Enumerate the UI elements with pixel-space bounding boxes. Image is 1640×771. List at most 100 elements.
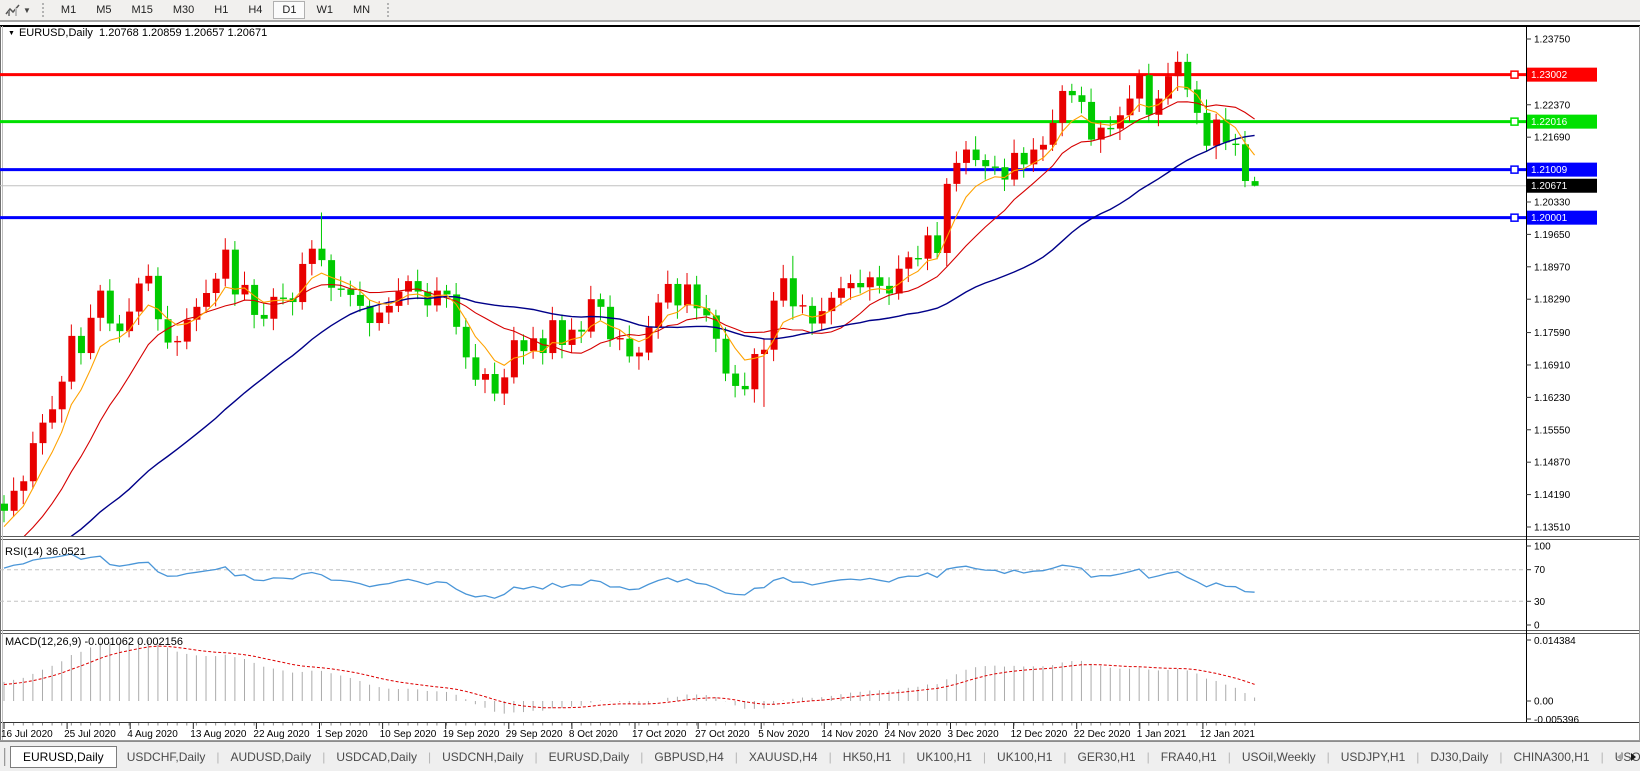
svg-text:12 Dec 2020: 12 Dec 2020 [1011,729,1068,740]
horizontal-line[interactable] [0,71,1526,78]
price-badge: 1.20671 [1527,179,1597,193]
symbol-tab-china300-h1[interactable]: CHINA300,H1 [1504,747,1600,767]
svg-text:1.14870: 1.14870 [1534,458,1571,469]
timeframe-button-d1[interactable]: D1 [273,1,305,19]
svg-text:24 Nov 2020: 24 Nov 2020 [884,729,941,740]
symbol-tab-usdchf-daily[interactable]: USDCHF,Daily [117,747,216,767]
symbol-tab-uk100-h1[interactable]: UK100,H1 [987,747,1062,767]
svg-text:0.014384: 0.014384 [1534,636,1576,647]
price-badge: 1.21009 [1527,163,1597,177]
rsi-label: RSI(14) 36.0521 [5,546,86,558]
toolbar-grip-2 [387,3,389,17]
symbol-tab-gbpusd-h4[interactable]: GBPUSD,H4 [644,747,733,767]
svg-text:100: 100 [1534,542,1551,553]
svg-text:22 Dec 2020: 22 Dec 2020 [1074,729,1131,740]
timeframe-button-m5[interactable]: M5 [87,1,120,19]
timeframe-button-mn[interactable]: MN [344,1,379,19]
horizontal-line[interactable] [0,118,1526,125]
svg-text:1 Sep 2020: 1 Sep 2020 [317,729,369,740]
horizontal-line[interactable] [0,166,1526,173]
svg-text:22 Aug 2020: 22 Aug 2020 [253,729,310,740]
toolbar-grip [42,3,44,17]
chart-title: ▼ EURUSD,Daily 1.20768 1.20859 1.20657 1.… [8,27,267,39]
chart-title-symbol: EURUSD,Daily [19,27,93,39]
svg-text:1.21690: 1.21690 [1534,133,1571,144]
price-badge: 1.23002 [1527,68,1597,82]
svg-text:1.15550: 1.15550 [1534,425,1571,436]
tabbar-grip [4,748,6,766]
svg-text:10 Sep 2020: 10 Sep 2020 [380,729,437,740]
timeframe-button-h1[interactable]: H1 [205,1,237,19]
svg-text:1.20671: 1.20671 [1531,181,1568,192]
rsi-name: RSI(14) [5,546,43,558]
svg-text:1.18290: 1.18290 [1534,295,1571,306]
macd-label: MACD(12,26,9) -0.001062 0.002156 [5,636,183,648]
symbol-tab-eurusd-daily[interactable]: EURUSD,Daily [539,747,640,767]
horizontal-line[interactable] [0,214,1526,221]
macd-pane: 0.0143840.00-0.005396 [4,636,1579,726]
symbol-tab-hk50-h1[interactable]: HK50,H1 [833,747,902,767]
svg-text:25 Jul 2020: 25 Jul 2020 [64,729,116,740]
symbol-tab-eurusd-daily[interactable]: EURUSD,Daily [10,746,117,768]
svg-text:1.23002: 1.23002 [1531,70,1568,81]
symbol-tab-xauusd-h4[interactable]: XAUUSD,H4 [739,747,828,767]
svg-text:8 Oct 2020: 8 Oct 2020 [569,729,618,740]
symbol-tab-audusd-daily[interactable]: AUDUSD,Daily [221,747,322,767]
svg-text:3 Dec 2020: 3 Dec 2020 [948,729,1000,740]
svg-text:1.16910: 1.16910 [1534,360,1571,371]
price-chart[interactable]: 1.23750 1.22370 1.21690 1.20330 1.19650 1.189… [0,22,1640,741]
svg-text:1.20330: 1.20330 [1534,197,1571,208]
svg-text:29 Sep 2020: 29 Sep 2020 [506,729,563,740]
timeframe-button-w1[interactable]: W1 [307,1,342,19]
symbol-tabbar: EURUSD,DailyUSDCHF,Daily|AUDUSD,Daily|US… [0,741,1640,771]
collapse-triangle-icon[interactable]: ▼ [8,30,15,37]
svg-text:12 Jan 2021: 12 Jan 2021 [1200,729,1255,740]
chart-title-ohlc: 1.20768 1.20859 1.20657 1.20671 [99,27,267,39]
svg-text:1.22370: 1.22370 [1534,100,1571,111]
svg-text:1.14190: 1.14190 [1534,490,1571,501]
svg-text:1.21009: 1.21009 [1531,165,1568,176]
svg-text:1.22016: 1.22016 [1531,117,1568,128]
symbol-tab-usoil-weekly[interactable]: USOil,Weekly [1232,747,1326,767]
svg-text:14 Nov 2020: 14 Nov 2020 [821,729,878,740]
symbol-tab-usdcnh-daily[interactable]: USDCNH,Daily [432,747,533,767]
rsi-value: 36.0521 [46,546,86,558]
symbol-tab-fra40-h1[interactable]: FRA40,H1 [1151,747,1227,767]
svg-text:70: 70 [1534,565,1546,576]
tab-scroll-left-icon[interactable] [1617,753,1622,761]
top-toolbar: ▼ M1 M5 M15 M30 H1 H4 D1 W1 MN [0,0,1640,22]
chart-tool-dropdown-icon[interactable]: ▼ [23,6,31,15]
date-axis: 16 Jul 2020 25 Jul 2020 4 Aug 2020 13 Aug 2… [1,723,1255,740]
svg-text:16 Jul 2020: 16 Jul 2020 [1,729,53,740]
svg-text:13 Aug 2020: 13 Aug 2020 [190,729,247,740]
svg-text:1.17590: 1.17590 [1534,328,1571,339]
symbol-tab-dj30-daily[interactable]: DJ30,Daily [1420,747,1498,767]
timeframe-button-h4[interactable]: H4 [239,1,271,19]
tab-scroll-right-icon[interactable] [1631,753,1636,761]
svg-text:1.18970: 1.18970 [1534,262,1571,273]
svg-text:1.20001: 1.20001 [1531,213,1568,224]
svg-text:4 Aug 2020: 4 Aug 2020 [127,729,178,740]
symbol-tab-ger30-h1[interactable]: GER30,H1 [1068,747,1146,767]
macd-name: MACD(12,26,9) [5,636,81,648]
svg-text:0: 0 [1534,621,1540,632]
svg-text:27 Oct 2020: 27 Oct 2020 [695,729,750,740]
price-axis: 1.23750 1.22370 1.21690 1.20330 1.19650 1.189… [1526,35,1571,534]
macd-value: -0.001062 0.002156 [84,636,182,648]
symbol-tab-usdjpy-h1[interactable]: USDJPY,H1 [1331,747,1415,767]
price-badge: 1.22016 [1527,115,1597,129]
symbol-tab-uk100-h1[interactable]: UK100,H1 [907,747,982,767]
timeframe-button-m1[interactable]: M1 [52,1,85,19]
chart-tool-icon[interactable] [3,2,23,18]
timeframe-button-m15[interactable]: M15 [122,1,161,19]
timeframe-button-m30[interactable]: M30 [164,1,203,19]
svg-text:1.13510: 1.13510 [1534,523,1571,534]
svg-text:0.00: 0.00 [1534,697,1554,708]
svg-text:5 Nov 2020: 5 Nov 2020 [758,729,810,740]
svg-text:1.19650: 1.19650 [1534,230,1571,241]
svg-text:19 Sep 2020: 19 Sep 2020 [443,729,500,740]
rsi-pane: 10070300 [0,542,1551,632]
svg-text:1.23750: 1.23750 [1534,35,1571,46]
symbol-tab-usdcad-daily[interactable]: USDCAD,Daily [326,747,427,767]
chart-window: 1.23750 1.22370 1.21690 1.20330 1.19650 1.189… [0,22,1640,741]
